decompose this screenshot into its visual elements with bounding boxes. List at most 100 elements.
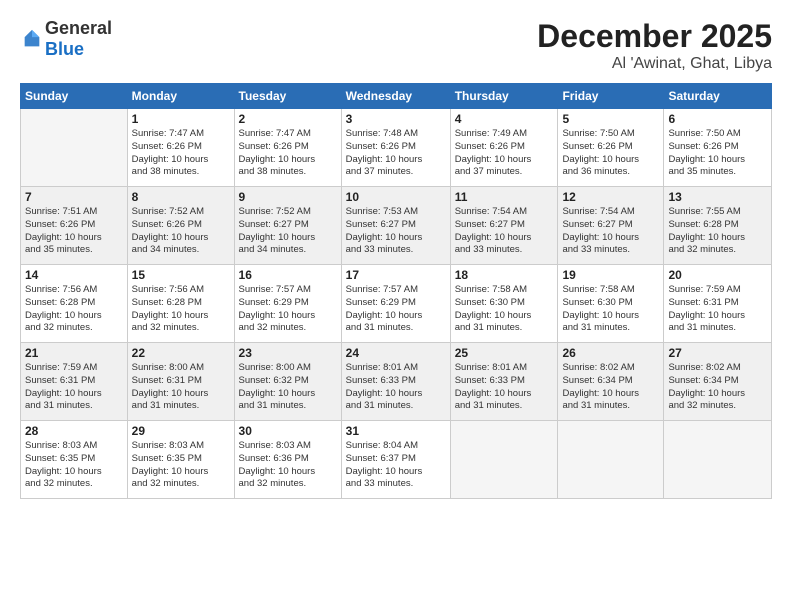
calendar-table: SundayMondayTuesdayWednesdayThursdayFrid… <box>20 83 772 499</box>
day-info: Sunrise: 8:03 AM Sunset: 6:35 PM Dayligh… <box>25 440 123 491</box>
day-info: Sunrise: 7:57 AM Sunset: 6:29 PM Dayligh… <box>239 284 337 335</box>
calendar-cell: 4 Sunrise: 7:49 AM Sunset: 6:26 PM Daylig… <box>450 109 558 187</box>
calendar-cell: 20 Sunrise: 7:59 AM Sunset: 6:31 PM Dayli… <box>664 265 772 343</box>
day-number: 29 <box>132 424 230 438</box>
day-number: 22 <box>132 346 230 360</box>
day-info: Sunrise: 7:58 AM Sunset: 6:30 PM Dayligh… <box>562 284 659 335</box>
calendar-cell: 14Sunrise: 7:56 AM Sunset: 6:28 PM Dayli… <box>21 265 128 343</box>
weekday-header-row: SundayMondayTuesdayWednesdayThursdayFrid… <box>21 84 772 109</box>
weekday-header-friday: Friday <box>558 84 664 109</box>
calendar-cell: 5Sunrise: 7:50 AM Sunset: 6:26 PM Daylig… <box>558 109 664 187</box>
calendar-week-row: 1Sunrise: 7:47 AM Sunset: 6:26 PM Daylig… <box>21 109 772 187</box>
day-info: Sunrise: 7:51 AM Sunset: 6:26 PM Dayligh… <box>25 206 123 257</box>
day-number: 9 <box>239 190 337 204</box>
day-info: Sunrise: 8:03 AM Sunset: 6:35 PM Dayligh… <box>132 440 230 491</box>
day-number: 12 <box>562 190 659 204</box>
weekday-header-sunday: Sunday <box>21 84 128 109</box>
day-info: Sunrise: 8:00 AM Sunset: 6:32 PM Dayligh… <box>239 362 337 413</box>
calendar-cell: 23 Sunrise: 8:00 AM Sunset: 6:32 PM Dayli… <box>234 343 341 421</box>
logo-general: General <box>45 18 112 38</box>
page: General Blue December 2025 Al 'Awinat, G… <box>0 0 792 612</box>
title-month: December 2025 <box>537 18 772 55</box>
calendar-cell <box>450 421 558 499</box>
day-number: 10 <box>346 190 446 204</box>
calendar-cell: 9 Sunrise: 7:52 AM Sunset: 6:27 PM Daylig… <box>234 187 341 265</box>
calendar-cell: 30 Sunrise: 8:03 AM Sunset: 6:36 PM Dayli… <box>234 421 341 499</box>
calendar-cell: 16 Sunrise: 7:57 AM Sunset: 6:29 PM Dayli… <box>234 265 341 343</box>
day-info: Sunrise: 7:48 AM Sunset: 6:26 PM Dayligh… <box>346 128 446 179</box>
logo: General Blue <box>20 18 112 60</box>
day-info: Sunrise: 7:57 AM Sunset: 6:29 PM Dayligh… <box>346 284 446 335</box>
calendar-cell: 10 Sunrise: 7:53 AM Sunset: 6:27 PM Dayli… <box>341 187 450 265</box>
calendar-cell: 7 Sunrise: 7:51 AM Sunset: 6:26 PM Daylig… <box>21 187 128 265</box>
day-info: Sunrise: 7:54 AM Sunset: 6:27 PM Dayligh… <box>562 206 659 257</box>
day-info: Sunrise: 7:53 AM Sunset: 6:27 PM Dayligh… <box>346 206 446 257</box>
calendar-cell: 3 Sunrise: 7:48 AM Sunset: 6:26 PM Daylig… <box>341 109 450 187</box>
logo-icon <box>21 28 43 50</box>
day-number: 13 <box>668 190 767 204</box>
calendar-cell: 1Sunrise: 7:47 AM Sunset: 6:26 PM Daylig… <box>127 109 234 187</box>
calendar-cell: 8 Sunrise: 7:52 AM Sunset: 6:26 PM Daylig… <box>127 187 234 265</box>
weekday-header-saturday: Saturday <box>664 84 772 109</box>
calendar-cell: 15 Sunrise: 7:56 AM Sunset: 6:28 PM Dayli… <box>127 265 234 343</box>
day-number: 16 <box>239 268 337 282</box>
day-number: 21 <box>25 346 123 360</box>
day-number: 20 <box>668 268 767 282</box>
day-info: Sunrise: 7:52 AM Sunset: 6:27 PM Dayligh… <box>239 206 337 257</box>
calendar-cell: 12 Sunrise: 7:54 AM Sunset: 6:27 PM Dayli… <box>558 187 664 265</box>
day-number: 19 <box>562 268 659 282</box>
day-number: 4 <box>455 112 554 126</box>
day-info: Sunrise: 7:50 AM Sunset: 6:26 PM Dayligh… <box>668 128 767 179</box>
calendar-cell: 11Sunrise: 7:54 AM Sunset: 6:27 PM Dayli… <box>450 187 558 265</box>
calendar-cell: 29 Sunrise: 8:03 AM Sunset: 6:35 PM Dayli… <box>127 421 234 499</box>
day-info: Sunrise: 7:52 AM Sunset: 6:26 PM Dayligh… <box>132 206 230 257</box>
day-info: Sunrise: 7:58 AM Sunset: 6:30 PM Dayligh… <box>455 284 554 335</box>
day-number: 15 <box>132 268 230 282</box>
day-info: Sunrise: 7:54 AM Sunset: 6:27 PM Dayligh… <box>455 206 554 257</box>
day-number: 24 <box>346 346 446 360</box>
calendar-cell: 2Sunrise: 7:47 AM Sunset: 6:26 PM Daylig… <box>234 109 341 187</box>
calendar-cell: 31Sunrise: 8:04 AM Sunset: 6:37 PM Dayli… <box>341 421 450 499</box>
calendar-cell: 22 Sunrise: 8:00 AM Sunset: 6:31 PM Dayli… <box>127 343 234 421</box>
calendar-cell <box>664 421 772 499</box>
day-number: 8 <box>132 190 230 204</box>
calendar-cell: 13 Sunrise: 7:55 AM Sunset: 6:28 PM Dayli… <box>664 187 772 265</box>
day-number: 28 <box>25 424 123 438</box>
day-info: Sunrise: 8:02 AM Sunset: 6:34 PM Dayligh… <box>668 362 767 413</box>
day-info: Sunrise: 8:00 AM Sunset: 6:31 PM Dayligh… <box>132 362 230 413</box>
day-info: Sunrise: 7:55 AM Sunset: 6:28 PM Dayligh… <box>668 206 767 257</box>
weekday-header-thursday: Thursday <box>450 84 558 109</box>
calendar-cell: 25Sunrise: 8:01 AM Sunset: 6:33 PM Dayli… <box>450 343 558 421</box>
calendar-cell: 28 Sunrise: 8:03 AM Sunset: 6:35 PM Dayli… <box>21 421 128 499</box>
calendar-cell: 27Sunrise: 8:02 AM Sunset: 6:34 PM Dayli… <box>664 343 772 421</box>
day-info: Sunrise: 8:04 AM Sunset: 6:37 PM Dayligh… <box>346 440 446 491</box>
calendar-cell: 6Sunrise: 7:50 AM Sunset: 6:26 PM Daylig… <box>664 109 772 187</box>
day-info: Sunrise: 8:01 AM Sunset: 6:33 PM Dayligh… <box>455 362 554 413</box>
weekday-header-wednesday: Wednesday <box>341 84 450 109</box>
day-number: 26 <box>562 346 659 360</box>
day-info: Sunrise: 7:56 AM Sunset: 6:28 PM Dayligh… <box>132 284 230 335</box>
day-info: Sunrise: 7:59 AM Sunset: 6:31 PM Dayligh… <box>668 284 767 335</box>
day-number: 17 <box>346 268 446 282</box>
day-number: 3 <box>346 112 446 126</box>
day-number: 14 <box>25 268 123 282</box>
weekday-header-monday: Monday <box>127 84 234 109</box>
day-info: Sunrise: 7:59 AM Sunset: 6:31 PM Dayligh… <box>25 362 123 413</box>
day-number: 30 <box>239 424 337 438</box>
logo-blue: Blue <box>45 39 84 59</box>
day-number: 5 <box>562 112 659 126</box>
calendar-cell: 21 Sunrise: 7:59 AM Sunset: 6:31 PM Dayli… <box>21 343 128 421</box>
calendar-cell: 19 Sunrise: 7:58 AM Sunset: 6:30 PM Dayli… <box>558 265 664 343</box>
day-number: 18 <box>455 268 554 282</box>
day-info: Sunrise: 7:49 AM Sunset: 6:26 PM Dayligh… <box>455 128 554 179</box>
day-number: 7 <box>25 190 123 204</box>
day-number: 1 <box>132 112 230 126</box>
calendar-week-row: 21 Sunrise: 7:59 AM Sunset: 6:31 PM Dayli… <box>21 343 772 421</box>
title-location: Al 'Awinat, Ghat, Libya <box>537 55 772 73</box>
calendar-cell <box>21 109 128 187</box>
day-info: Sunrise: 8:02 AM Sunset: 6:34 PM Dayligh… <box>562 362 659 413</box>
title-block: December 2025 Al 'Awinat, Ghat, Libya <box>537 18 772 73</box>
calendar-cell: 24Sunrise: 8:01 AM Sunset: 6:33 PM Dayli… <box>341 343 450 421</box>
day-info: Sunrise: 8:03 AM Sunset: 6:36 PM Dayligh… <box>239 440 337 491</box>
day-number: 23 <box>239 346 337 360</box>
